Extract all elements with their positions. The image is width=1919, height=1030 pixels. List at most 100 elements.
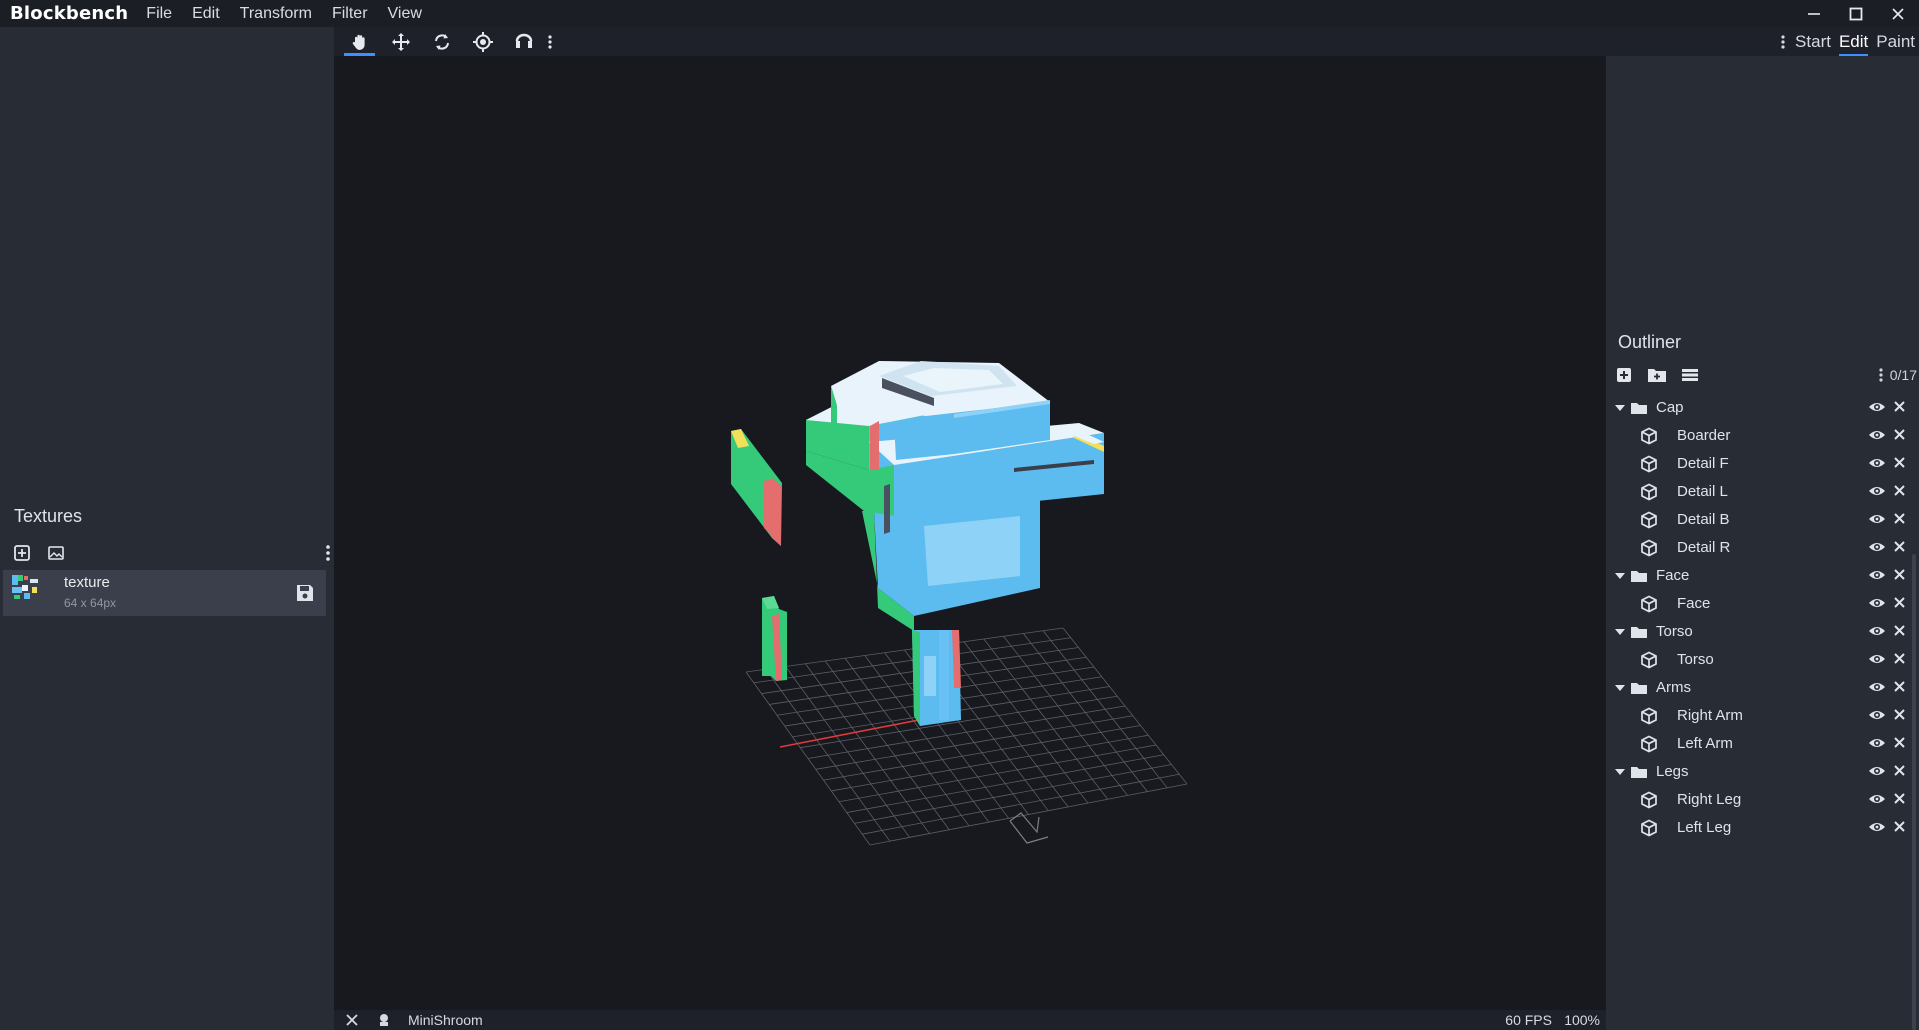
texture-size: 64 x 64px [64,596,117,610]
eye-icon[interactable] [1868,428,1886,442]
eye-icon[interactable] [1868,456,1886,470]
viewport-toolbar [334,27,1606,56]
eye-icon[interactable] [1868,736,1886,750]
delete-icon[interactable] [1893,484,1906,497]
menu-transform[interactable]: Transform [230,0,322,27]
outliner-cube-row[interactable]: Right Arm [1606,702,1911,730]
eye-icon[interactable] [1868,624,1886,638]
chevron-down-icon[interactable] [1614,627,1626,637]
collapse-all-button[interactable] [1676,361,1704,389]
grid-line [831,734,1149,792]
vertex-snap-tool-button[interactable] [503,27,544,56]
maximize-button[interactable] [1835,0,1877,27]
delete-icon[interactable] [1893,680,1906,693]
pivot-tool-button[interactable] [462,27,503,56]
delete-icon[interactable] [1893,400,1906,413]
tab-edit[interactable]: Edit [1835,28,1872,57]
eye-icon[interactable] [1868,512,1886,526]
grid-line [862,773,1180,835]
save-icon[interactable] [294,582,316,604]
texture-list-item[interactable]: texture 64 x 64px [3,570,326,616]
outliner-cube-row[interactable]: Detail B [1606,506,1911,534]
import-texture-button[interactable] [42,539,70,567]
eye-icon[interactable] [1868,680,1886,694]
outliner-group-row[interactable]: Face [1606,562,1911,590]
delete-icon[interactable] [1893,540,1906,553]
mode-tabs-more-button[interactable] [1775,34,1791,50]
close-icon[interactable] [344,1012,360,1028]
more-vertical-icon[interactable] [1878,367,1884,383]
outliner-group-row[interactable]: Arms [1606,674,1911,702]
add-group-button[interactable] [1643,361,1671,389]
eye-icon[interactable] [1868,484,1886,498]
eye-icon[interactable] [1868,596,1886,610]
chevron-down-icon[interactable] [1614,683,1626,693]
texture-name: texture [64,574,110,591]
outliner-cube-row[interactable]: Right Leg [1606,786,1911,814]
delete-icon[interactable] [1893,428,1906,441]
menu-filter[interactable]: Filter [322,0,378,27]
close-window-button[interactable] [1877,0,1919,27]
outliner-cube-row[interactable]: Face [1606,590,1911,618]
add-texture-button[interactable] [8,539,36,567]
outliner-cube-row[interactable]: Left Arm [1606,730,1911,758]
close-icon [1892,7,1904,20]
delete-icon[interactable] [1893,652,1906,665]
menu-edit[interactable]: Edit [182,0,230,27]
delete-icon[interactable] [1893,568,1906,581]
eye-icon[interactable] [1868,820,1886,834]
outliner-item-label: Detail B [1677,511,1730,528]
eye-icon[interactable] [1868,400,1886,414]
eye-icon[interactable] [1868,568,1886,582]
chevron-down-icon[interactable] [1614,403,1626,413]
zoom-level: 100% [1564,1012,1600,1028]
image-icon [48,546,64,560]
model-left-arm-lower [762,596,787,681]
menu-file[interactable]: File [136,0,182,27]
outliner-item-label: Detail R [1677,539,1731,556]
outliner-group-row[interactable]: Cap [1606,394,1911,422]
eye-icon[interactable] [1868,540,1886,554]
eye-icon[interactable] [1868,652,1886,666]
delete-icon[interactable] [1893,456,1906,469]
eye-icon[interactable] [1868,792,1886,806]
menu-view[interactable]: View [378,0,432,27]
minimize-button[interactable] [1793,0,1835,27]
3d-viewport[interactable] [334,56,1606,1010]
outliner-cube-row[interactable]: Torso [1606,646,1911,674]
outliner-cube-row[interactable]: Detail L [1606,478,1911,506]
chevron-down-icon[interactable] [1614,571,1626,581]
viewport-toolbar-more-button[interactable] [544,27,556,56]
delete-icon[interactable] [1893,512,1906,525]
delete-icon[interactable] [1893,792,1906,805]
status-bar: MiniShroom 60 FPS 100% [334,1010,1606,1030]
textures-panel-title: Textures [14,506,83,526]
delete-icon[interactable] [1893,820,1906,833]
cube-icon [1641,539,1657,557]
delete-icon[interactable] [1893,624,1906,637]
tab-start[interactable]: Start [1791,28,1835,55]
outliner-group-row[interactable]: Legs [1606,758,1911,786]
selection-count: 0/17 [1889,367,1917,383]
delete-icon[interactable] [1893,764,1906,777]
outliner-scrollbar[interactable] [1912,554,1916,1030]
delete-icon[interactable] [1893,708,1906,721]
delete-icon[interactable] [1893,736,1906,749]
tab-paint[interactable]: Paint [1872,28,1919,55]
app-name: Blockbench [10,3,129,24]
outliner-cube-row[interactable]: Detail F [1606,450,1911,478]
grid-line [1062,627,1188,785]
rotate-tool-button[interactable] [421,27,462,56]
move-view-tool-button[interactable] [339,27,380,56]
outliner-cube-row[interactable]: Detail R [1606,534,1911,562]
outliner-item-label: Left Leg [1677,819,1732,836]
outliner-group-row[interactable]: Torso [1606,618,1911,646]
eye-icon[interactable] [1868,708,1886,722]
eye-icon[interactable] [1868,764,1886,778]
outliner-cube-row[interactable]: Left Leg [1606,814,1911,842]
delete-icon[interactable] [1893,596,1906,609]
outliner-cube-row[interactable]: Boarder [1606,422,1911,450]
move-tool-button[interactable] [380,27,421,56]
chevron-down-icon[interactable] [1614,767,1626,777]
add-cube-button[interactable] [1610,361,1638,389]
